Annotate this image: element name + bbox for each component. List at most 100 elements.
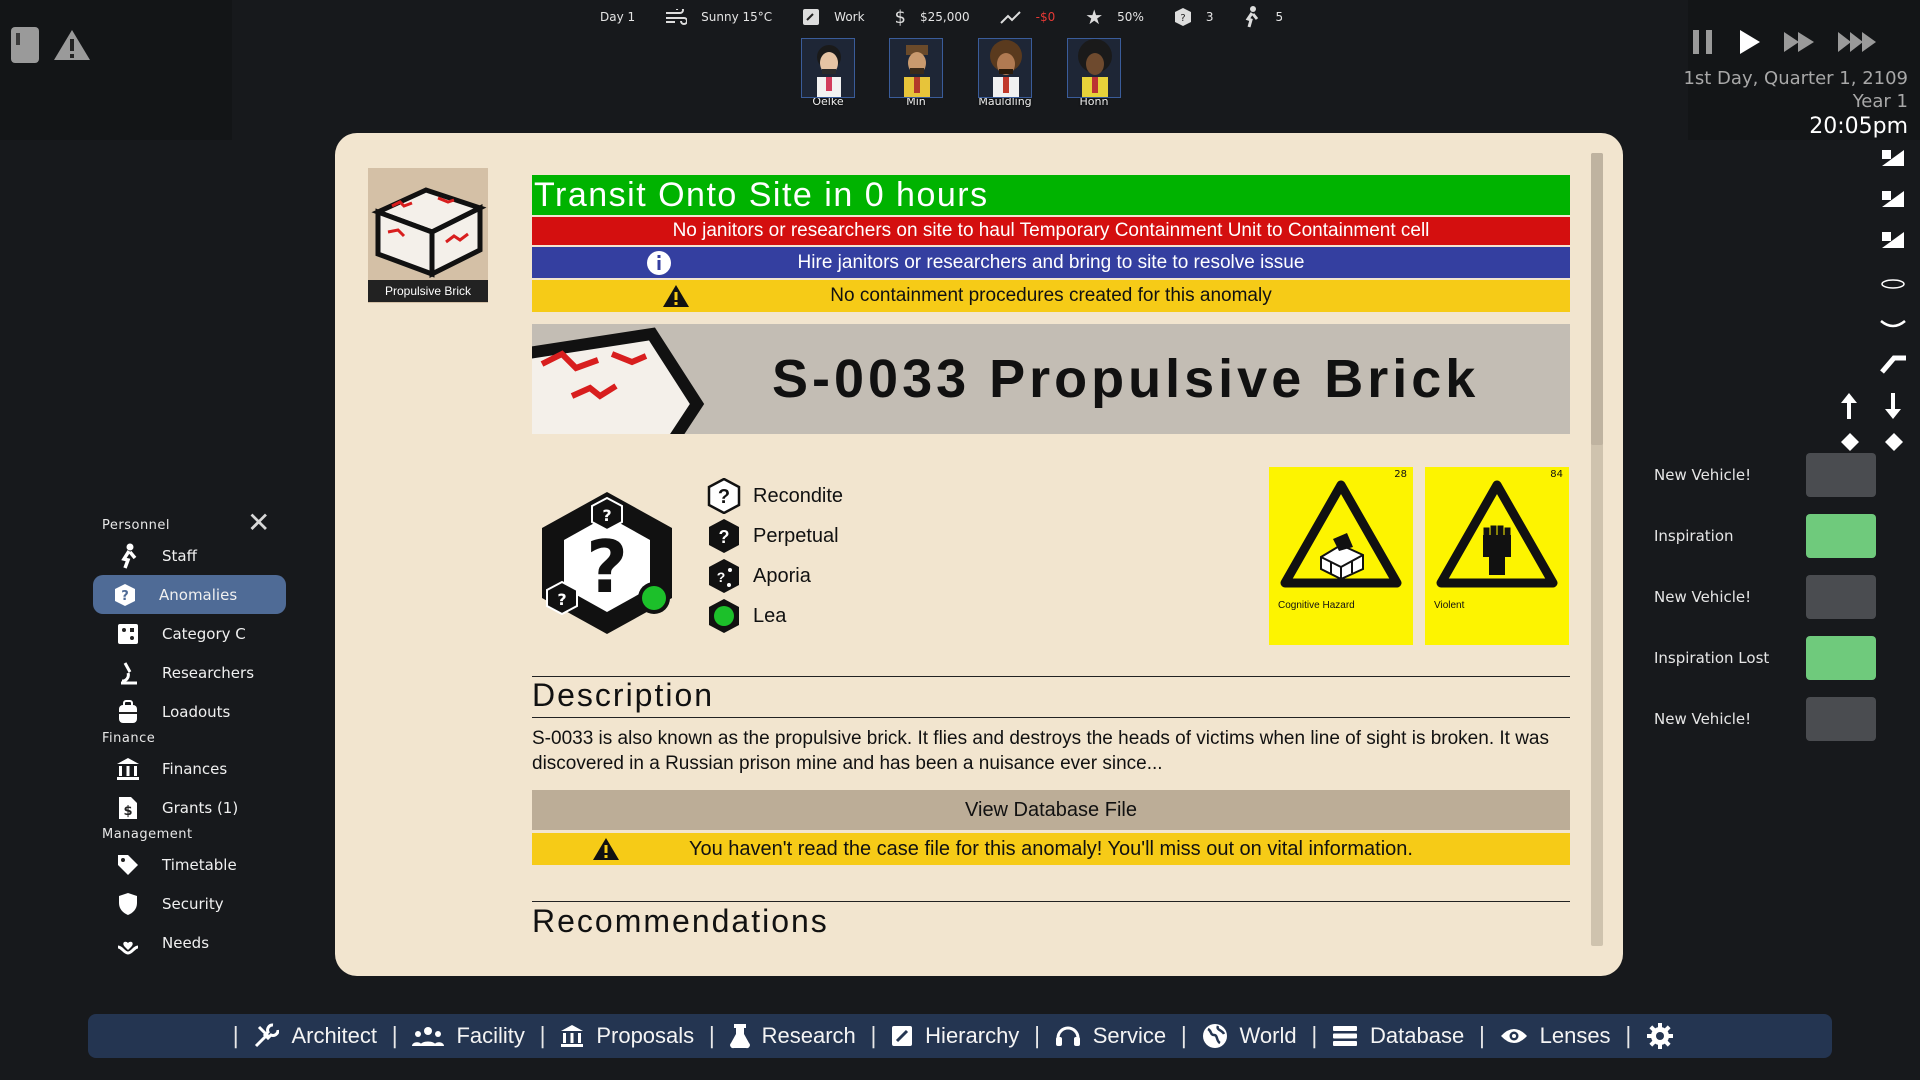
eye-open-icon[interactable] [1878,272,1908,296]
menu-item-category-c[interactable]: Category C [90,614,290,653]
trait-label: Recondite [753,484,844,507]
lenses-label: Lenses [1539,1023,1611,1048]
no-janitors-banner: No janitors or researchers on site to ha… [532,217,1570,245]
svg-text:$: $ [123,804,132,819]
day-label: Day 1 [600,10,636,24]
anomaly-icon: ? [113,583,137,607]
weather-label: Sunny 15°C [701,10,773,24]
view-database-button[interactable]: View Database File [532,790,1570,830]
hierarchy-button[interactable]: Hierarchy [877,1023,1033,1049]
staff-count: 5 [1275,10,1284,24]
floor-up-icon[interactable] [1840,432,1860,452]
play-icon[interactable] [1736,28,1762,56]
anomaly-count: 3 [1205,10,1214,24]
menu-label: Security [162,894,224,913]
menu-item-needs[interactable]: Needs [90,923,290,962]
book-icon[interactable] [10,26,40,64]
microscope-icon [116,661,140,685]
pause-icon[interactable] [1690,28,1716,56]
layer-mid-icon[interactable] [1878,187,1908,211]
menu-label: Staff [162,546,197,565]
hazard-card-violent[interactable]: 84 Violent [1425,467,1569,645]
menu-label: Grants (1) [162,798,239,817]
fastest-forward-icon[interactable] [1836,28,1878,56]
notification-item[interactable]: New Vehicle! [1644,694,1876,744]
separator: | [232,1023,240,1049]
scrollbar-thumb[interactable] [1591,153,1603,445]
trait-item: ? Perpetual [707,517,839,555]
fast-forward-icon[interactable] [1782,28,1816,56]
menu-item-staff[interactable]: Staff [90,536,290,575]
description-text: S-0033 is also known as the propulsive b… [532,728,1550,774]
notification-item[interactable]: Inspiration Lost [1644,633,1876,683]
architect-button[interactable]: Architect [239,1023,391,1049]
arrow-down-icon[interactable] [1884,392,1902,420]
description-heading: Description [532,677,715,713]
settings-button[interactable] [1632,1022,1688,1050]
character-portrait[interactable]: Mauldling [977,38,1033,108]
menu-item-researchers[interactable]: Researchers [90,653,290,692]
warning-icon[interactable] [52,28,92,62]
notification-label: Inspiration [1654,527,1734,545]
anomaly-title: S-0033 Propulsive Brick [772,349,1480,409]
svg-text:?: ? [1180,13,1185,24]
warning-icon [592,837,620,861]
category-icon [116,622,140,646]
lenses-button[interactable]: Lenses [1486,1023,1625,1049]
facility-label: Facility [456,1023,525,1048]
grant-document-icon: $ [116,796,140,820]
notification-indicator [1806,697,1876,741]
menu-item-security[interactable]: Security [90,884,290,923]
research-label: Research [761,1023,856,1048]
database-button[interactable]: Database [1318,1023,1478,1049]
menu-item-finances[interactable]: Finances [90,749,290,788]
menu-item-timetable[interactable]: Timetable [90,845,290,884]
character-portrait[interactable]: Oelke [800,38,856,108]
notification-label: New Vehicle! [1654,466,1752,484]
service-button[interactable]: Service [1041,1023,1180,1049]
separator: | [391,1023,399,1049]
floor-down-icon[interactable] [1884,432,1904,452]
anomaly-art [532,327,705,434]
section-management: Management [102,827,193,842]
world-button[interactable]: World [1188,1023,1311,1049]
research-button[interactable]: Research [716,1023,870,1049]
separator: | [1033,1023,1041,1049]
eye-closed-icon[interactable] [1878,312,1908,336]
fist-icon [1436,480,1558,588]
arrow-up-icon[interactable] [1840,392,1858,420]
hazard-card-cognitive[interactable]: 28 Cognitive Hazard [1269,467,1413,645]
svg-text:?: ? [602,506,611,525]
hire-text: Hire janitors or researchers and bring t… [797,251,1305,273]
divider [532,717,1570,718]
character-portrait[interactable]: Min [888,38,944,108]
facility-button[interactable]: Facility [398,1023,538,1049]
time-label: 20:05pm [1809,114,1908,139]
proposals-button[interactable]: Proposals [546,1023,708,1049]
bottom-toolbar: | Architect | Facility | Proposals | Res… [88,1014,1832,1058]
menu-label: Loadouts [162,702,231,721]
menu-item-grants[interactable]: $ Grants (1) [90,788,290,827]
notification-item[interactable]: New Vehicle! [1644,572,1876,622]
top-status-bar: Day 1 Sunny 15°C Work $ $25,000 -$0 ★ 50… [600,4,1283,30]
layer-up-icon[interactable] [1878,146,1908,170]
notification-item[interactable]: Inspiration [1644,511,1876,561]
menu-item-anomalies[interactable]: ? Anomalies [93,575,286,614]
info-icon [646,250,672,276]
menu-label: Finances [162,759,228,778]
schedule-label: Work [834,10,865,24]
svg-text:?: ? [121,589,129,604]
separator: | [869,1023,878,1049]
svg-text:?: ? [557,590,566,609]
no-procedures-banner: No containment procedures created for th… [532,280,1570,312]
divider [532,901,1570,902]
character-portrait[interactable]: Honn [1066,38,1122,108]
notification-item[interactable]: New Vehicle! [1644,450,1876,500]
walls-icon[interactable] [1878,352,1908,376]
anomaly-class-icon: ? ? ? [532,488,682,638]
menu-item-loadouts[interactable]: Loadouts [90,692,290,731]
trait-item: ? Recondite [707,477,843,515]
menu-label: Researchers [162,663,255,682]
menu-label: Category C [162,624,246,643]
layer-down-icon[interactable] [1878,228,1908,252]
